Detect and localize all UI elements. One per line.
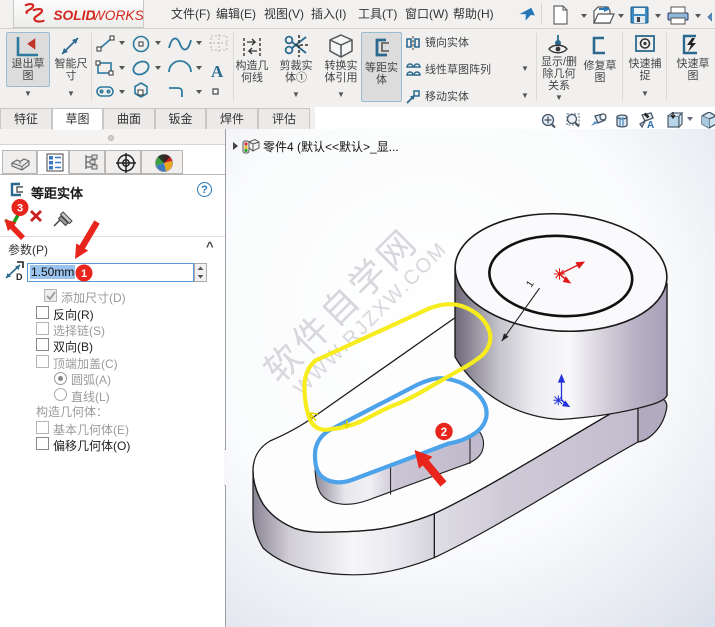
svg-text:3: 3 [17, 203, 23, 215]
svg-text:SOLID: SOLID [53, 7, 95, 22]
svg-text:零件4 (默认<<默认>_显...: 零件4 (默认<<默认>_显... [263, 139, 399, 154]
svg-text:A: A [211, 62, 224, 81]
svg-text:WORKS: WORKS [92, 7, 143, 22]
svg-text:1: 1 [81, 268, 87, 280]
svg-text:A: A [647, 120, 654, 131]
svg-text:2: 2 [441, 427, 447, 439]
